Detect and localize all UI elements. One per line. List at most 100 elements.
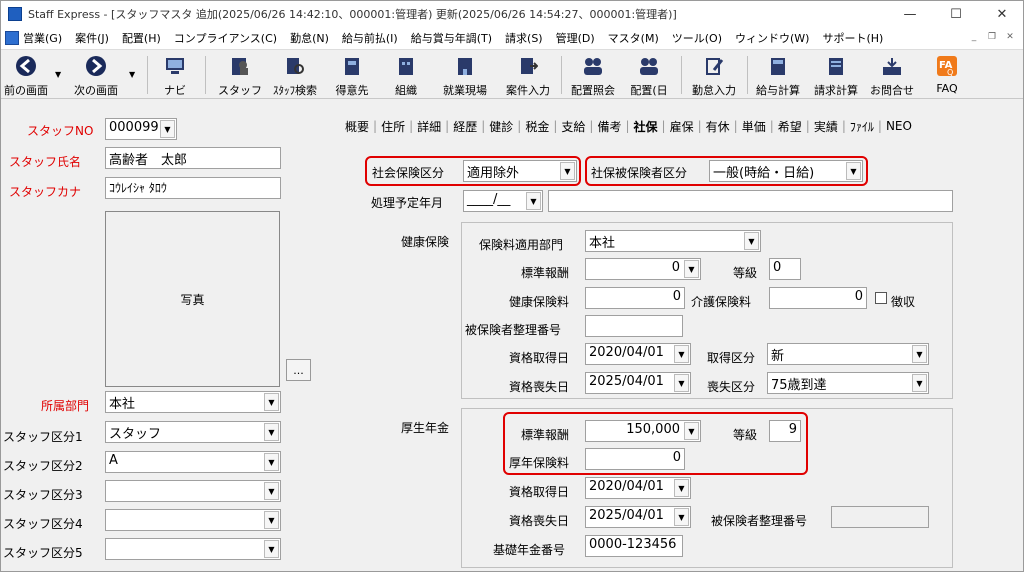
health-grade-input[interactable]: 0 [769, 258, 801, 280]
mdi-close-icon[interactable]: ✕ [1003, 31, 1017, 44]
tab-social-insurance[interactable]: 社保 [630, 118, 662, 135]
prev-dropdown-icon[interactable]: ▼ [55, 70, 61, 79]
health-std-select[interactable]: 0 ▼ [585, 258, 701, 280]
div1-select[interactable]: スタッフ ▼ [105, 421, 281, 443]
minimize-button[interactable]: — [887, 1, 933, 27]
dept-select[interactable]: 本社 ▼ [105, 391, 281, 413]
health-premium-input[interactable]: 0 [585, 287, 685, 309]
acq-div-select[interactable]: 新 ▼ [767, 343, 929, 365]
staff-no-select[interactable]: 000099 ▼ [105, 118, 177, 140]
mdi-restore-icon[interactable]: ❐ [985, 31, 999, 44]
tab-preference[interactable]: 希望 [774, 118, 806, 135]
health-grade-label: 等級 [733, 266, 758, 280]
div5-select[interactable]: ▼ [105, 538, 281, 560]
pension-title: 厚生年金 [401, 421, 450, 435]
mdi-minimize-icon[interactable]: _ [967, 31, 981, 44]
menu-admin[interactable]: 管理(D) [556, 30, 595, 46]
site-button[interactable]: 就業現場 [437, 52, 493, 98]
tab-checkup[interactable]: 健診 [485, 118, 517, 135]
tab-results[interactable]: 実績 [810, 118, 842, 135]
menu-master[interactable]: マスタ(M) [608, 30, 659, 46]
navi-button[interactable]: ナビ [155, 52, 195, 98]
monitor-icon [164, 55, 186, 77]
close-button[interactable]: ✕ [979, 1, 1023, 27]
health-number-input[interactable] [585, 315, 683, 337]
attendance-button[interactable]: 勤怠入力 [687, 52, 741, 98]
health-acq-label: 資格取得日 [509, 351, 570, 365]
loss-div-select[interactable]: 75歳到達 ▼ [767, 372, 929, 394]
client-icon [341, 55, 363, 77]
menu-window[interactable]: ウィンドウ(W) [735, 30, 809, 46]
menu-billing[interactable]: 請求(S) [505, 30, 543, 46]
tab-payment[interactable]: 支給 [557, 118, 589, 135]
insured-class-select[interactable]: 一般(時給・日給) ▼ [709, 160, 863, 182]
health-acq-select[interactable]: 2020/04/01 ▼ [585, 343, 691, 365]
menu-attendance[interactable]: 勤怠(N) [290, 30, 329, 46]
pension-premium-input[interactable]: 0 [585, 448, 685, 470]
tab-notes[interactable]: 備考 [593, 118, 625, 135]
pension-std-select[interactable]: 150,000 ▼ [585, 420, 701, 442]
menu-support[interactable]: サポート(H) [822, 30, 883, 46]
maximize-button[interactable]: ☐ [933, 1, 979, 27]
job-entry-button[interactable]: 案件入力 [501, 52, 555, 98]
div4-select[interactable]: ▼ [105, 509, 281, 531]
tab-paid-leave[interactable]: 有休 [702, 118, 734, 135]
staff-kana-label: スタッフカナ [9, 185, 82, 199]
menu-payroll[interactable]: 給与賞与年調(T) [411, 30, 492, 46]
chevron-down-icon: ▼ [264, 511, 279, 529]
pension-grade-input[interactable]: 9 [769, 420, 801, 442]
menu-sales[interactable]: 営業(G) [23, 30, 62, 46]
assign-day-button[interactable]: 配置(日 [627, 52, 671, 98]
staff-button[interactable]: スタッフ [217, 52, 263, 98]
billing-button[interactable]: 請求計算 [809, 52, 863, 98]
people-icon [582, 55, 604, 77]
chevron-down-icon: ▼ [912, 345, 927, 363]
basic-pension-input[interactable]: 0000-123456 [585, 535, 683, 557]
health-dept-select[interactable]: 本社 ▼ [585, 230, 761, 252]
plan-month-select[interactable]: ____/__ ▼ [463, 190, 543, 212]
care-premium-input[interactable]: 0 [769, 287, 867, 309]
menu-compliance[interactable]: コンプライアンス(C) [174, 30, 277, 46]
tab-tax[interactable]: 税金 [521, 118, 553, 135]
payroll-button[interactable]: 給与計算 [751, 52, 805, 98]
org-button[interactable]: 組織 [385, 52, 427, 98]
staff-no-label: スタッフNO [27, 124, 94, 138]
prev-screen-button[interactable]: 前の画面 [3, 52, 49, 98]
menu-assign[interactable]: 配置(H) [122, 30, 161, 46]
plan-note-input[interactable] [548, 190, 953, 212]
menu-advance[interactable]: 給与前払(I) [342, 30, 398, 46]
health-loss-select[interactable]: 2025/04/01 ▼ [585, 372, 691, 394]
insurance-class-select[interactable]: 適用除外 ▼ [463, 160, 577, 182]
chevron-down-icon: ▼ [674, 345, 689, 363]
health-title: 健康保険 [401, 235, 450, 249]
menu-tools[interactable]: ツール(O) [672, 30, 722, 46]
client-button[interactable]: 得意先 [331, 52, 373, 98]
assign-inquiry-button[interactable]: 配置照会 [567, 52, 619, 98]
collect-checkbox[interactable] [875, 292, 887, 304]
pension-acq-select[interactable]: 2020/04/01 ▼ [585, 477, 691, 499]
div3-select[interactable]: ▼ [105, 480, 281, 502]
photo-area: 写真 [105, 211, 280, 387]
staff-search-button[interactable]: ｽﾀｯﾌ検索 [269, 52, 321, 98]
pension-loss-select[interactable]: 2025/04/01 ▼ [585, 506, 691, 528]
tab-file[interactable]: ﾌｧｲﾙ [846, 118, 878, 135]
tab-unit-price[interactable]: 単価 [738, 118, 770, 135]
div2-label: スタッフ区分2 [3, 459, 83, 473]
tab-employment-insurance[interactable]: 雇保 [666, 118, 698, 135]
next-dropdown-icon[interactable]: ▼ [129, 70, 135, 79]
photo-browse-button[interactable]: ... [286, 359, 311, 381]
tab-details[interactable]: 詳細 [413, 118, 445, 135]
tab-history[interactable]: 経歴 [449, 118, 481, 135]
staff-kana-input[interactable]: ｺｳﾚｲｼｬ ﾀﾛｳ [105, 177, 281, 199]
inquiry-button[interactable]: お問合せ [867, 52, 917, 98]
tab-neo[interactable]: NEO [882, 119, 916, 133]
pension-number-input[interactable] [831, 506, 929, 528]
div2-select[interactable]: A ▼ [105, 451, 281, 473]
next-screen-button[interactable]: 次の画面 [69, 52, 123, 98]
tab-address[interactable]: 住所 [377, 118, 409, 135]
staff-name-input[interactable]: 高齢者 太郎 [105, 147, 281, 169]
faq-button[interactable]: FA Q FAQ [927, 52, 967, 98]
menu-jobs[interactable]: 案件(J) [75, 30, 109, 46]
tab-overview[interactable]: 概要 [341, 118, 373, 135]
chevron-down-icon: ▼ [846, 162, 861, 180]
